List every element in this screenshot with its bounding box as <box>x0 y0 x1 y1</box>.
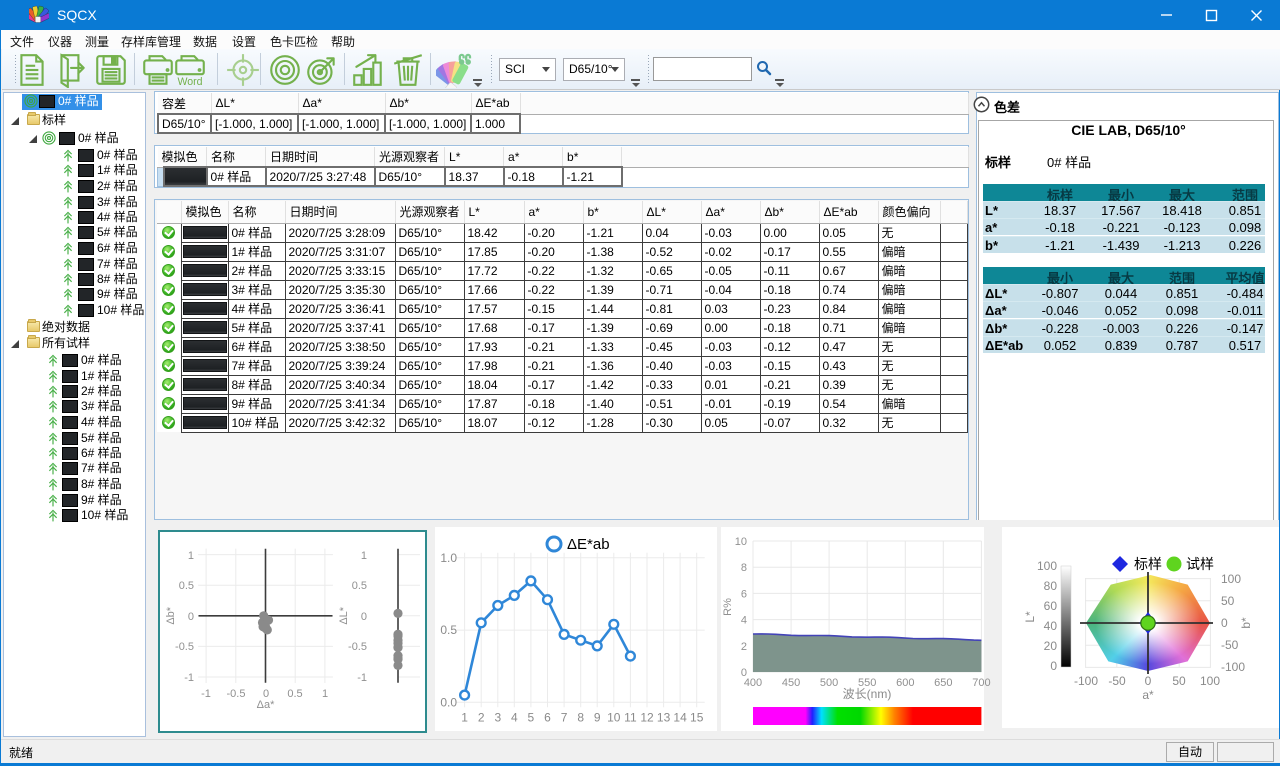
svg-text:12: 12 <box>640 710 654 724</box>
svg-text:500: 500 <box>820 677 838 689</box>
svg-text:-0.5: -0.5 <box>348 641 367 653</box>
svg-text:1: 1 <box>461 710 468 724</box>
svg-text:0.0: 0.0 <box>440 695 457 709</box>
svg-text:4: 4 <box>511 710 518 724</box>
svg-text:13: 13 <box>657 710 671 724</box>
svg-text:400: 400 <box>744 677 762 689</box>
svg-text:1: 1 <box>322 688 328 700</box>
svg-text:6: 6 <box>544 710 551 724</box>
svg-text:-1: -1 <box>357 672 367 684</box>
svg-text:0: 0 <box>1050 659 1057 673</box>
svg-text:700: 700 <box>972 677 990 689</box>
svg-text:0.5: 0.5 <box>352 580 367 592</box>
svg-text:-1: -1 <box>184 672 194 684</box>
svg-text:ΔL*: ΔL* <box>338 606 350 624</box>
svg-text:-100: -100 <box>1221 660 1245 674</box>
svg-text:10: 10 <box>607 710 621 724</box>
svg-text:1: 1 <box>188 550 194 562</box>
svg-text:0: 0 <box>1145 674 1152 688</box>
svg-text:50: 50 <box>1172 674 1186 688</box>
svg-text:4: 4 <box>741 615 747 627</box>
svg-text:14: 14 <box>673 710 687 724</box>
svg-text:0: 0 <box>361 611 367 623</box>
svg-text:8: 8 <box>577 710 584 724</box>
svg-text:波长(nm): 波长(nm) <box>843 687 892 701</box>
svg-text:1: 1 <box>361 550 367 562</box>
svg-text:2: 2 <box>478 710 485 724</box>
svg-text:0.5: 0.5 <box>287 688 302 700</box>
svg-text:-50: -50 <box>1108 674 1126 688</box>
svg-text:标样: 标样 <box>1134 556 1162 572</box>
svg-text:a*: a* <box>1142 688 1154 702</box>
svg-text:100: 100 <box>1221 572 1241 586</box>
svg-text:-0.5: -0.5 <box>227 688 246 700</box>
svg-text:8: 8 <box>741 562 747 574</box>
svg-text:2: 2 <box>741 641 747 653</box>
svg-text:6: 6 <box>741 588 747 600</box>
svg-text:5: 5 <box>528 710 535 724</box>
svg-text:试样: 试样 <box>1186 556 1214 572</box>
svg-text:Δa*: Δa* <box>257 699 275 711</box>
svg-text:0.5: 0.5 <box>440 623 457 637</box>
svg-text:600: 600 <box>896 677 914 689</box>
svg-text:10: 10 <box>735 536 747 548</box>
svg-text:15: 15 <box>690 710 704 724</box>
svg-text:450: 450 <box>782 677 800 689</box>
svg-text:0: 0 <box>188 611 194 623</box>
svg-text:L*: L* <box>1023 611 1037 623</box>
svg-text:20: 20 <box>1044 639 1058 653</box>
svg-text:3: 3 <box>494 710 501 724</box>
svg-text:-100: -100 <box>1074 674 1098 688</box>
svg-text:100: 100 <box>1037 559 1057 573</box>
svg-text:650: 650 <box>934 677 952 689</box>
svg-text:0: 0 <box>1221 616 1228 630</box>
svg-text:-0.5: -0.5 <box>175 641 194 653</box>
svg-text:1.0: 1.0 <box>440 551 457 565</box>
svg-text:9: 9 <box>594 710 601 724</box>
svg-text:-50: -50 <box>1221 638 1239 652</box>
svg-text:ΔE*ab: ΔE*ab <box>567 536 610 553</box>
svg-text:60: 60 <box>1044 599 1058 613</box>
svg-text:50: 50 <box>1221 594 1235 608</box>
svg-text:Δb*: Δb* <box>165 606 177 624</box>
svg-text:-1: -1 <box>201 688 211 700</box>
svg-text:b*: b* <box>1239 617 1253 629</box>
svg-text:7: 7 <box>561 710 568 724</box>
svg-text:100: 100 <box>1200 674 1220 688</box>
svg-text:40: 40 <box>1044 619 1058 633</box>
svg-text:Word: Word <box>177 76 202 88</box>
svg-text:11: 11 <box>624 710 637 724</box>
svg-text:80: 80 <box>1044 579 1058 593</box>
svg-text:R%: R% <box>722 598 734 616</box>
svg-text:0.5: 0.5 <box>179 580 194 592</box>
